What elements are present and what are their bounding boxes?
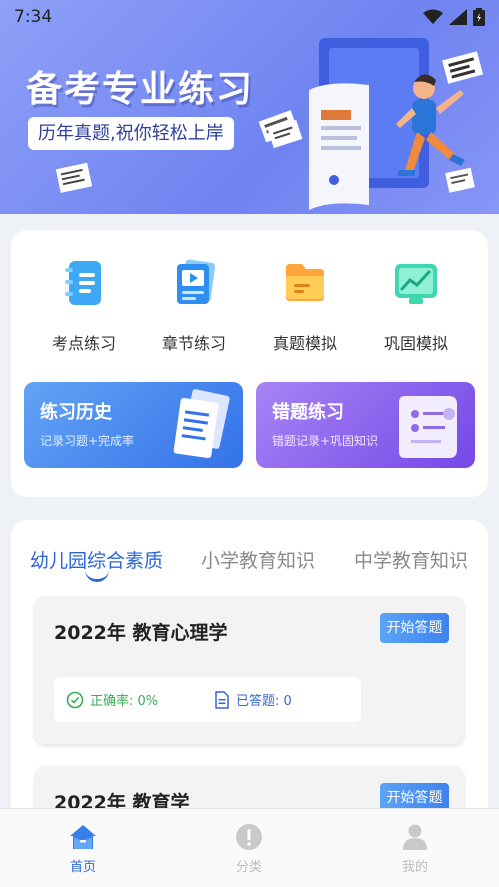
wifi-icon	[423, 9, 443, 24]
folder-icon	[286, 264, 324, 301]
banner-title: 备考专业练习	[26, 69, 255, 110]
notebook-icon	[65, 261, 101, 305]
tab-indicator	[85, 568, 109, 582]
nav-profile[interactable]: 我的	[370, 823, 460, 875]
course-card: 幼儿园综合素质 小学教育知识 中学教育知识 2022年 教育心理学 开始答题 正…	[11, 520, 488, 820]
video-lesson-icon	[177, 259, 216, 304]
quick-link-label: 考点练习	[51, 334, 116, 353]
signal-icon	[449, 9, 467, 25]
paper-icon	[55, 162, 93, 193]
promo-title: 练习历史	[40, 402, 112, 423]
promo-subtitle: 记录习题+完成率	[40, 434, 135, 448]
battery-icon	[473, 8, 485, 26]
home-icon	[70, 825, 96, 849]
promo-subtitle: 错题记录+巩固知识	[272, 434, 379, 448]
quick-link-zhenti[interactable]: 真题模拟	[250, 258, 360, 354]
answered-text: 已答题: 0	[236, 694, 292, 709]
status-bar: 7:34	[0, 0, 499, 34]
document-icon	[215, 690, 229, 709]
nav-label: 分类	[235, 860, 262, 875]
exam-stats: 正确率: 0% 已答题: 0	[54, 677, 361, 722]
chart-icon	[395, 264, 437, 304]
accuracy-stat: 正确率: 0%	[66, 677, 158, 722]
exam-title: 2022年 教育心理学	[54, 622, 228, 644]
nav-home[interactable]: 首页	[38, 823, 128, 875]
scroll-icon	[399, 396, 457, 458]
paper-icon	[267, 119, 303, 149]
tab-secondary[interactable]: 中学教育知识	[354, 546, 468, 573]
tab-primary[interactable]: 小学教育知识	[201, 546, 315, 573]
status-time: 7:34	[14, 7, 53, 27]
quick-link-zhangjie[interactable]: 章节练习	[139, 258, 249, 354]
start-answer-button[interactable]: 开始答题	[380, 613, 449, 643]
practice-history-card[interactable]: 练习历史 记录习题+完成率	[24, 382, 243, 468]
wrong-questions-card[interactable]: 错题练习 错题记录+巩固知识	[256, 382, 475, 468]
profile-icon	[403, 824, 427, 850]
promo-title: 错题练习	[272, 402, 344, 423]
nav-label: 首页	[69, 860, 96, 875]
status-icons	[423, 8, 485, 26]
quick-link-gonggu[interactable]: 巩固模拟	[361, 258, 471, 354]
quick-link-kaodian[interactable]: 考点练习	[29, 258, 139, 354]
quick-link-label: 巩固模拟	[383, 334, 448, 353]
banner-subtitle: 历年真题,祝你轻松上岸	[28, 117, 234, 150]
papers-icon	[173, 389, 230, 458]
exam-card[interactable]: 2022年 教育心理学 开始答题 正确率: 0% 已答题: 0	[35, 596, 464, 744]
nav-category[interactable]: 分类	[204, 823, 294, 875]
quick-links-card: 考点练习 章节练习 真题模拟 巩固模拟 练习历史 记录习题+完成率 错题练习 错…	[11, 230, 488, 497]
quick-link-label: 真题模拟	[272, 334, 337, 353]
category-icon	[236, 824, 262, 850]
bottom-nav: 首页 分类 我的	[0, 808, 499, 887]
check-circle-icon	[66, 691, 84, 708]
accuracy-text: 正确率: 0%	[90, 694, 159, 709]
nav-label: 我的	[401, 860, 428, 875]
answered-stat: 已答题: 0	[214, 677, 292, 722]
quick-link-label: 章节练习	[161, 334, 226, 353]
